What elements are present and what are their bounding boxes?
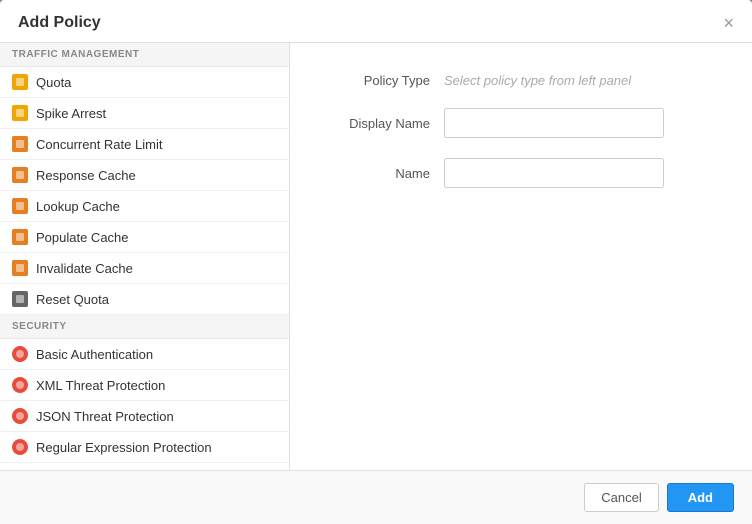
policy-icon <box>12 74 28 90</box>
policy-item-label: Populate Cache <box>36 230 129 245</box>
list-item[interactable]: Lookup Cache <box>0 191 289 222</box>
modal-footer: Cancel Add <box>0 470 752 524</box>
policy-icon <box>12 439 28 455</box>
policy-type-label: Policy Type <box>320 73 430 88</box>
policy-icon <box>12 260 28 276</box>
policy-item-label: Concurrent Rate Limit <box>36 137 162 152</box>
name-row: Name <box>320 158 722 188</box>
policy-item-label: Lookup Cache <box>36 199 120 214</box>
policy-type-value: Select policy type from left panel <box>444 73 631 88</box>
list-item[interactable]: JSON Threat Protection <box>0 401 289 432</box>
policy-item-label: Invalidate Cache <box>36 261 133 276</box>
list-item[interactable]: Regular Expression Protection <box>0 432 289 463</box>
policy-icon <box>12 346 28 362</box>
section-header: TRAFFIC MANAGEMENT <box>0 43 289 67</box>
list-item[interactable]: OAuth v2.0 <box>0 463 289 470</box>
policy-icon <box>12 377 28 393</box>
display-name-row: Display Name <box>320 108 722 138</box>
list-item[interactable]: Populate Cache <box>0 222 289 253</box>
modal-header: Add Policy × <box>0 0 752 43</box>
name-label: Name <box>320 166 430 181</box>
cancel-button[interactable]: Cancel <box>584 483 658 512</box>
list-item[interactable]: Basic Authentication <box>0 339 289 370</box>
policy-icon <box>12 167 28 183</box>
policy-item-label: XML Threat Protection <box>36 378 165 393</box>
close-button[interactable]: × <box>723 14 734 32</box>
policy-item-label: Response Cache <box>36 168 136 183</box>
name-input[interactable] <box>444 158 664 188</box>
policy-type-row: Policy Type Select policy type from left… <box>320 73 722 88</box>
display-name-label: Display Name <box>320 116 430 131</box>
policy-icon <box>12 229 28 245</box>
policy-icon <box>12 408 28 424</box>
list-item[interactable]: Reset Quota <box>0 284 289 315</box>
list-item[interactable]: Concurrent Rate Limit <box>0 129 289 160</box>
policy-item-label: Reset Quota <box>36 292 109 307</box>
section-header: SECURITY <box>0 315 289 339</box>
policy-icon <box>12 105 28 121</box>
list-item[interactable]: Quota <box>0 67 289 98</box>
modal-overlay: Add Policy × TRAFFIC MANAGEMENT Quota Spik… <box>0 0 752 524</box>
policy-item-label: Quota <box>36 75 71 90</box>
policy-item-label: Spike Arrest <box>36 106 106 121</box>
right-panel: Policy Type Select policy type from left… <box>290 43 752 470</box>
policy-icon <box>12 198 28 214</box>
list-item[interactable]: Spike Arrest <box>0 98 289 129</box>
display-name-input[interactable] <box>444 108 664 138</box>
list-item[interactable]: Invalidate Cache <box>0 253 289 284</box>
policy-icon <box>12 291 28 307</box>
policy-icon <box>12 136 28 152</box>
left-panel: TRAFFIC MANAGEMENT Quota Spike Arrest Concu… <box>0 43 290 470</box>
policy-item-label: JSON Threat Protection <box>36 409 174 424</box>
add-policy-modal: Add Policy × TRAFFIC MANAGEMENT Quota Spik… <box>0 0 752 524</box>
list-item[interactable]: Response Cache <box>0 160 289 191</box>
policy-item-label: Basic Authentication <box>36 347 153 362</box>
modal-title: Add Policy <box>18 14 101 32</box>
modal-body: TRAFFIC MANAGEMENT Quota Spike Arrest Concu… <box>0 43 752 470</box>
add-button[interactable]: Add <box>667 483 734 512</box>
policy-item-label: Regular Expression Protection <box>36 440 212 455</box>
list-item[interactable]: XML Threat Protection <box>0 370 289 401</box>
